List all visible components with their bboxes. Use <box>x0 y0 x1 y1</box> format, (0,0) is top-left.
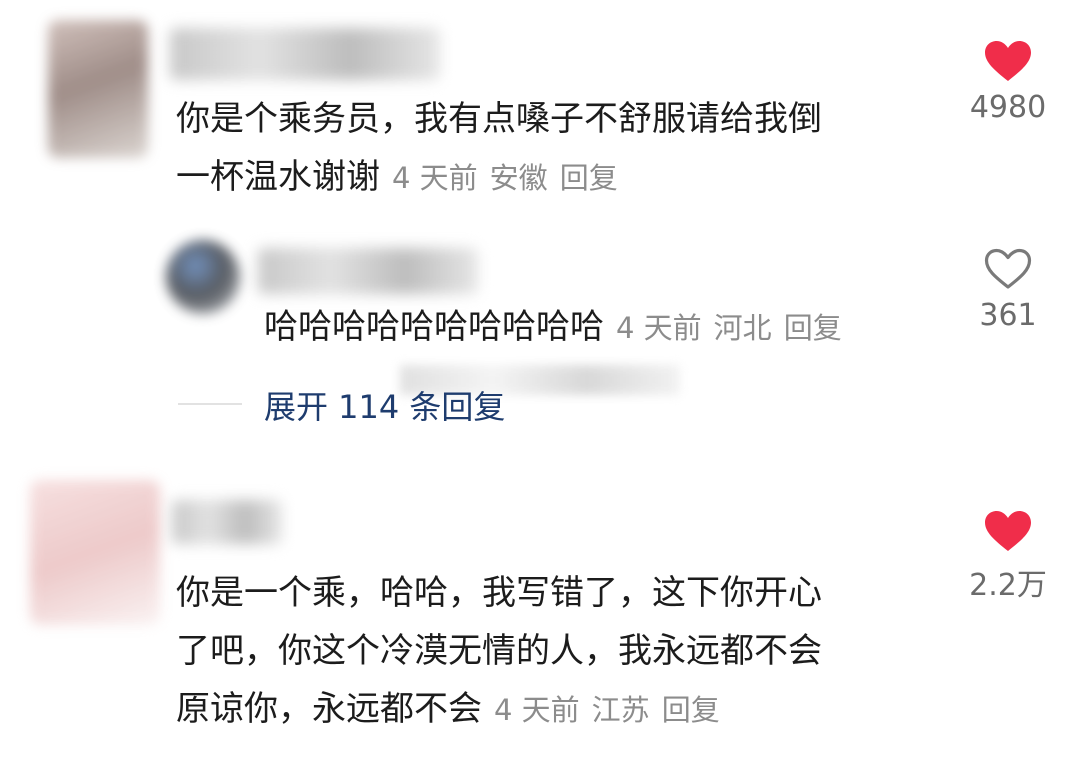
heart-outline-icon[interactable] <box>958 248 1058 290</box>
reply-button[interactable]: 回复 <box>662 693 720 727</box>
like-control[interactable]: 4980 <box>958 40 1058 125</box>
reply-button[interactable]: 回复 <box>784 311 842 345</box>
avatar[interactable] <box>48 20 148 158</box>
comment-meta: 4 天前 河北 回复 <box>616 311 842 345</box>
comment-line: 哈哈哈哈哈哈哈哈哈哈 <box>264 307 604 347</box>
comment-line-last: 原谅你，永远都不会 4 天前 江苏 回复 <box>176 680 822 739</box>
like-count: 361 <box>979 298 1037 333</box>
comment-time: 4 天前 <box>392 161 478 195</box>
comment-meta: 4 天前 安徽 回复 <box>392 161 618 195</box>
username[interactable] <box>258 248 478 294</box>
like-control[interactable]: 2.2万 <box>958 510 1058 604</box>
comment-line: 你是一个乘，哈哈，我写错了，这下你开心 <box>176 573 822 613</box>
comment-line: 了吧，你这个冷漠无情的人，我永远都不会 <box>176 631 822 671</box>
avatar[interactable] <box>166 240 240 314</box>
username[interactable] <box>172 500 282 544</box>
comment-line-last: 一杯温水谢谢 4 天前 安徽 回复 <box>176 148 822 207</box>
heart-filled-icon[interactable] <box>958 510 1058 552</box>
like-count: 2.2万 <box>969 568 1047 603</box>
comment-location: 安徽 <box>489 161 548 195</box>
comment-meta: 4 天前 江苏 回复 <box>494 693 720 727</box>
comment-body: 你是个乘务员，我有点嗓子不舒服请给我倒 一杯温水谢谢 4 天前 安徽 回复 <box>176 90 822 207</box>
comment-body: 你是一个乘，哈哈，我写错了，这下你开心 了吧，你这个冷漠无情的人，我永远都不会 … <box>176 564 822 739</box>
comment-line: 原谅你，永远都不会 <box>176 689 482 729</box>
reply-button[interactable]: 回复 <box>560 161 618 195</box>
comment-location: 河北 <box>713 311 772 345</box>
avatar[interactable] <box>30 480 160 625</box>
heart-filled-icon[interactable] <box>958 40 1058 82</box>
divider <box>178 403 242 405</box>
comment-location: 江苏 <box>591 693 650 727</box>
username[interactable] <box>170 28 440 80</box>
like-count: 4980 <box>969 90 1047 125</box>
comment-line: 你是个乘务员，我有点嗓子不舒服请给我倒 <box>176 99 822 139</box>
comment-line: 一杯温水谢谢 <box>176 157 380 197</box>
comment-time: 4 天前 <box>616 311 702 345</box>
expand-replies-link[interactable]: 展开 114 条回复 <box>264 382 505 428</box>
reply-body: 哈哈哈哈哈哈哈哈哈哈 4 天前 河北 回复 <box>264 298 842 357</box>
comment-time: 4 天前 <box>494 693 580 727</box>
like-control[interactable]: 361 <box>958 248 1058 333</box>
